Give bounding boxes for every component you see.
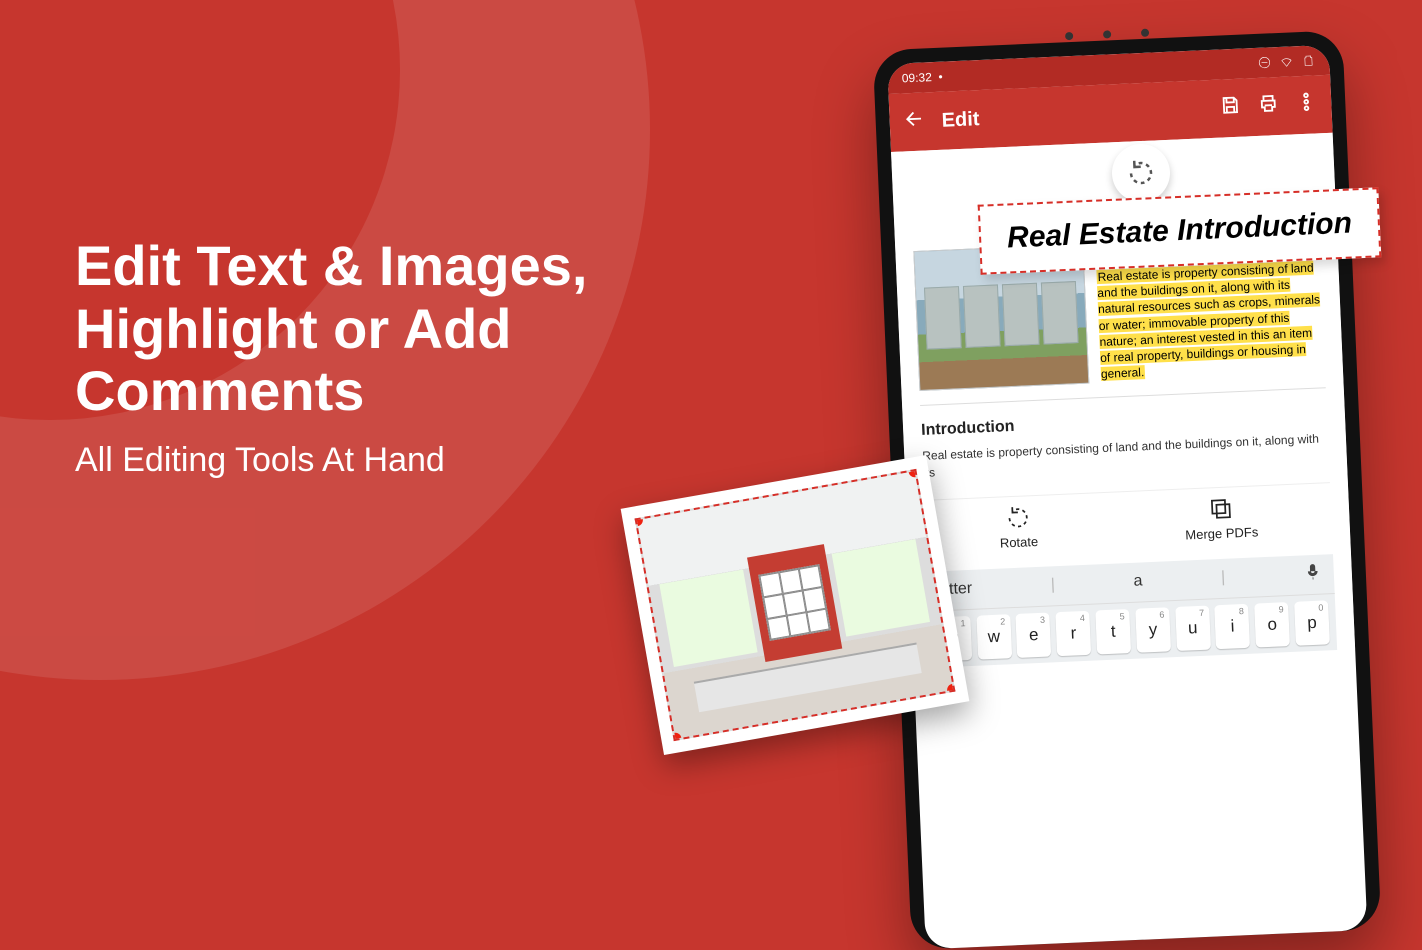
suggestion-2[interactable]: a — [1133, 573, 1143, 591]
key-t[interactable]: t5 — [1095, 609, 1131, 654]
section2-body[interactable]: Real estate is property consisting of la… — [922, 430, 1329, 481]
back-button[interactable] — [903, 107, 926, 136]
highlighted-paragraph[interactable]: Real estate is property consisting of la… — [1096, 259, 1325, 382]
key-u[interactable]: u7 — [1175, 605, 1211, 650]
merge-icon — [1207, 495, 1234, 522]
status-time: 09:32 — [902, 70, 933, 85]
appbar-title: Edit — [941, 108, 980, 133]
hero-text: Edit Text & Images, Highlight or Add Com… — [75, 235, 775, 480]
wifi-icon — [1279, 54, 1294, 69]
bottom-tool-row: Rotate Merge PDFs — [924, 482, 1332, 562]
save-button[interactable] — [1219, 94, 1242, 123]
merge-label: Merge PDFs — [1185, 524, 1259, 542]
floating-image-selection[interactable] — [621, 455, 970, 755]
key-r[interactable]: r4 — [1056, 610, 1092, 655]
more-vert-icon — [1295, 90, 1318, 113]
phone-notch — [1065, 29, 1149, 41]
rotate-icon — [1004, 504, 1031, 531]
battery-icon — [1301, 53, 1316, 68]
selected-office-image[interactable] — [635, 469, 956, 741]
voice-input-button[interactable] — [1303, 562, 1322, 586]
print-button[interactable] — [1257, 92, 1280, 121]
print-icon — [1257, 92, 1280, 115]
resize-handle-br[interactable] — [946, 683, 955, 697]
key-y[interactable]: y6 — [1135, 607, 1171, 652]
undo-icon — [1125, 157, 1156, 188]
arrow-left-icon — [903, 107, 926, 130]
overflow-button[interactable] — [1295, 90, 1318, 119]
key-w[interactable]: w2 — [976, 614, 1012, 659]
key-o[interactable]: o9 — [1254, 602, 1290, 647]
save-icon — [1219, 94, 1242, 117]
hero-headline: Edit Text & Images, Highlight or Add Com… — [75, 235, 775, 423]
rotate-tool[interactable]: Rotate — [998, 504, 1038, 551]
soft-keyboard: etter | a | q1w2e3r4t5y6u7i8o9p0 — [927, 554, 1337, 668]
do-not-disturb-icon — [1257, 55, 1272, 70]
rotate-label: Rotate — [1000, 534, 1039, 551]
key-i[interactable]: i8 — [1215, 603, 1251, 648]
mic-icon — [1303, 562, 1322, 581]
highlight-mark: Real estate is property consisting of la… — [1096, 261, 1320, 381]
merge-tool[interactable]: Merge PDFs — [1184, 494, 1259, 542]
key-p[interactable]: p0 — [1294, 600, 1330, 645]
hero-subhead: All Editing Tools At Hand — [75, 441, 775, 480]
title-callout-text: Real Estate Introduction — [1006, 206, 1352, 254]
key-e[interactable]: e3 — [1016, 612, 1052, 657]
